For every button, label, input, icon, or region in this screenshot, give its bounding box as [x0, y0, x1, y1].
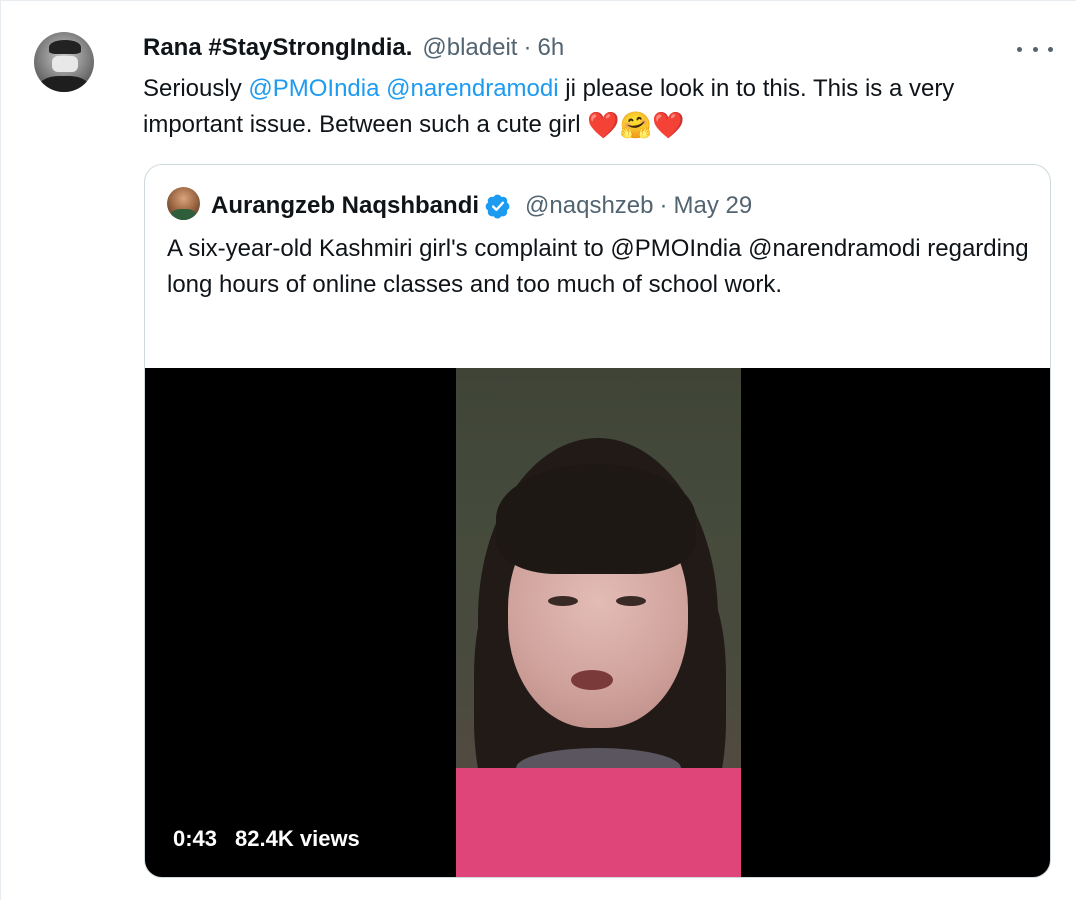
more-icon[interactable] [1017, 37, 1053, 61]
red-heart-emoji: ❤️ [651, 110, 685, 140]
quoted-tweet-header: Aurangzeb Naqshbandi @naqshzeb · May 29 [211, 191, 752, 221]
tweet-timestamp[interactable]: 6h [537, 34, 564, 62]
tweet-header: Rana #StayStrongIndia. @bladeit · 6h [143, 34, 564, 62]
quoted-author-name[interactable]: Aurangzeb Naqshbandi [211, 192, 479, 220]
video-views: 82.4K views [235, 826, 360, 851]
video-player[interactable]: 0:43 82.4K views [145, 368, 1050, 877]
video-meta: 0:43 82.4K views [173, 826, 360, 852]
thumb-mouth [571, 670, 613, 690]
verified-badge-icon [485, 194, 510, 219]
avatar-hair [49, 40, 81, 54]
quoted-author-avatar[interactable] [167, 187, 200, 220]
mention-link[interactable]: @narendramodi [386, 75, 558, 102]
thumb-eye [616, 596, 646, 606]
separator-dot: · [659, 192, 668, 219]
video-thumbnail [456, 368, 741, 877]
quoted-author-handle[interactable]: @naqshzeb [525, 192, 653, 220]
video-duration: 0:43 [173, 826, 218, 851]
author-handle[interactable]: @bladeit [422, 34, 517, 62]
thumb-bangs [496, 464, 696, 574]
mention-link[interactable]: @PMOIndia [248, 75, 379, 102]
avatar-mask [52, 56, 78, 72]
tweet-text: Seriously @PMOIndia @narendramodi ji ple… [143, 71, 1043, 143]
quoted-tweet-text: A six-year-old Kashmiri girl's complaint… [167, 235, 1029, 298]
quoted-tweet-date[interactable]: May 29 [673, 192, 752, 220]
avatar-shirt [171, 209, 196, 220]
author-avatar[interactable] [34, 32, 94, 92]
separator-dot: · [523, 34, 532, 61]
author-name[interactable]: Rana #StayStrongIndia. [143, 34, 412, 62]
tweet-container: Rana #StayStrongIndia. @bladeit · 6h Ser… [0, 0, 1076, 900]
hugging-face-emoji: 🤗 [619, 110, 652, 140]
red-heart-emoji: ❤️ [587, 110, 620, 140]
quoted-tweet[interactable]: Aurangzeb Naqshbandi @naqshzeb · May 29 … [144, 164, 1051, 878]
tweet-text-part: Seriously [143, 75, 249, 102]
thumb-eye [548, 596, 578, 606]
avatar-body [38, 76, 90, 92]
thumb-shirt [456, 768, 741, 877]
